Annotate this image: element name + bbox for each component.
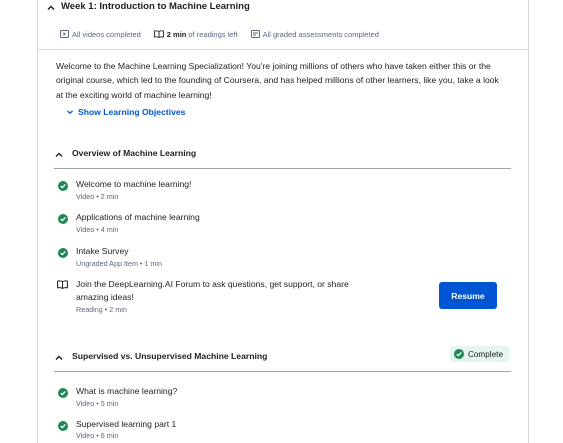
stat-assessments-label: All graded assessments completed (262, 29, 379, 39)
week-title: Week 1: Introduction to Machine Learning (61, 1, 250, 12)
check-circle-icon (453, 349, 464, 359)
show-learning-objectives-link[interactable]: Show Learning Objectives (66, 107, 185, 117)
show-learning-objectives-label: Show Learning Objectives (78, 107, 186, 117)
book-icon (153, 30, 164, 38)
item-title[interactable]: Applications of machine learning (76, 211, 366, 224)
assignment-icon (250, 30, 260, 38)
video-icon (60, 30, 69, 38)
week-stats: All videos completed 2 min of readings l… (60, 28, 392, 40)
week-header[interactable]: Week 1: Introduction to Machine Learning… (38, 0, 528, 50)
item-meta: Reading • 2 min (76, 305, 127, 314)
check-circle-icon (58, 421, 68, 431)
book-icon (57, 280, 68, 289)
stat-videos-label: All videos completed (72, 29, 141, 39)
stat-assessments: All graded assessments completed (250, 29, 379, 39)
section-header-overview[interactable]: Overview of Machine Learning (54, 147, 511, 169)
item-meta: Video • 4 min (76, 225, 119, 234)
status-badge: Complete (449, 346, 509, 362)
chevron-up-icon[interactable] (54, 150, 64, 160)
chevron-down-icon (67, 110, 73, 115)
check-circle-icon (58, 248, 68, 258)
week-card: Week 1: Introduction to Machine Learning… (37, 0, 529, 443)
section-title: Supervised vs. Unsupervised Machine Lear… (72, 351, 268, 361)
section-title: Overview of Machine Learning (72, 148, 197, 158)
item-meta: Video • 6 min (76, 431, 119, 440)
check-circle-icon (58, 214, 68, 224)
stat-readings-label: of readings left (188, 29, 238, 39)
item-meta: Video • 2 min (76, 192, 119, 201)
item-title[interactable]: Welcome to machine learning! (76, 178, 366, 191)
item-meta: Video • 5 min (76, 399, 119, 408)
stat-videos: All videos completed (60, 30, 141, 39)
chevron-up-icon[interactable] (46, 3, 56, 13)
resume-button[interactable]: Resume (439, 282, 497, 309)
item-title[interactable]: What is machine learning? (76, 385, 366, 398)
item-title[interactable]: Supervised learning part 1 (76, 418, 366, 431)
chevron-up-icon[interactable] (54, 353, 64, 363)
item-meta: Ungraded App Item • 1 min (76, 259, 163, 268)
item-title[interactable]: Intake Survey (76, 245, 366, 258)
status-badge-label: Complete (467, 349, 503, 359)
week-intro-text: Welcome to the Machine Learning Speciali… (56, 61, 499, 100)
item-title[interactable]: Join the DeepLearning.AI Forum to ask qu… (76, 278, 366, 303)
check-circle-icon (58, 388, 68, 398)
section-header-supervised[interactable]: Supervised vs. Unsupervised Machine Lear… (54, 346, 511, 372)
check-circle-icon (58, 181, 68, 191)
stat-readings-count: 2 min (166, 29, 187, 39)
stat-readings: 2 min of readings left (153, 29, 238, 39)
